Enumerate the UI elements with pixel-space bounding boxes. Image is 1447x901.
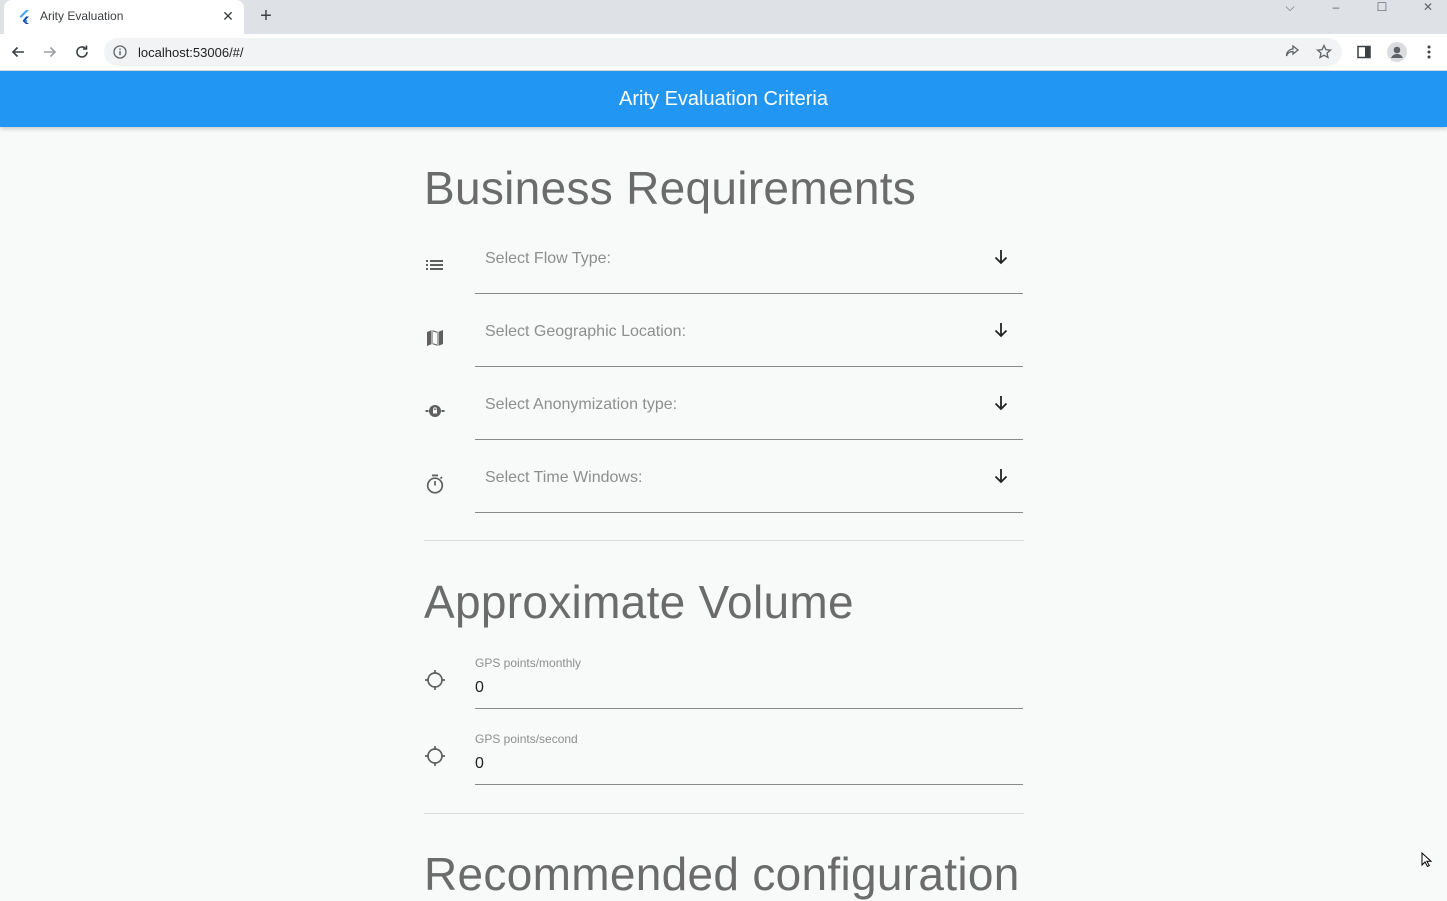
back-button[interactable] (7, 41, 29, 63)
gps-second-input[interactable] (475, 753, 1015, 775)
menu-dots-icon[interactable] (1418, 41, 1440, 63)
reload-button[interactable] (71, 41, 93, 63)
list-icon (426, 260, 443, 270)
tab-close-icon[interactable]: ✕ (220, 8, 236, 24)
arrow-right-icon (44, 46, 57, 58)
arrow-down-icon (994, 323, 1008, 338)
reload-icon (76, 45, 88, 58)
gps-icon (425, 746, 445, 766)
browser-tabstrip: Arity Evaluation ✕ + ⌵ – ☐ ✕ (0, 0, 1447, 34)
flow-type-label: Select Flow Type: (485, 250, 611, 267)
star-icon[interactable] (1316, 44, 1332, 60)
map-icon (427, 330, 443, 346)
flow-type-dropdown[interactable]: Select Flow Type: (475, 235, 1023, 294)
browser-toolbar: localhost:53006/#/ (0, 34, 1447, 71)
maximize-button[interactable]: ☐ (1359, 0, 1405, 14)
anonymization-row: Select Anonymization type: (424, 381, 1024, 441)
geographic-location-row: Select Geographic Location: (424, 308, 1024, 368)
time-windows-label: Select Time Windows: (485, 469, 643, 486)
gps-second-label: GPS points/second (475, 732, 578, 746)
arrow-down-icon (994, 469, 1008, 484)
browser-tab[interactable]: Arity Evaluation ✕ (4, 0, 244, 34)
gps-icon (425, 670, 445, 690)
flutter-logo-icon (19, 10, 29, 24)
new-tab-button[interactable]: + (256, 6, 276, 26)
arrow-down-icon (994, 250, 1008, 265)
anonymization-label: Select Anonymization type: (485, 396, 678, 413)
gps-monthly-row: GPS points/monthly (424, 656, 1024, 716)
approximate-volume-title: Approximate Volume (424, 576, 854, 628)
geographic-location-dropdown[interactable]: Select Geographic Location: (475, 308, 1023, 367)
gps-second-row: GPS points/second (424, 732, 1024, 792)
arrow-down-icon (994, 396, 1008, 411)
side-panel-icon[interactable] (1353, 41, 1375, 63)
section-divider (424, 540, 1024, 541)
share-icon[interactable] (1284, 44, 1300, 60)
arrow-left-icon (11, 46, 24, 58)
time-windows-row: Select Time Windows: (424, 454, 1024, 514)
gps-monthly-field: GPS points/monthly (475, 656, 1023, 709)
anonymization-icon (425, 405, 445, 417)
flow-type-row: Select Flow Type: (424, 235, 1024, 295)
gps-monthly-label: GPS points/monthly (475, 656, 582, 670)
gps-second-field: GPS points/second (475, 732, 1023, 785)
section-divider (424, 813, 1024, 814)
time-windows-dropdown[interactable]: Select Time Windows: (475, 454, 1023, 513)
address-bar[interactable]: localhost:53006/#/ (104, 38, 1342, 66)
tab-search-icon[interactable]: ⌵ (1267, 0, 1313, 14)
close-window-button[interactable]: ✕ (1405, 0, 1447, 14)
timer-icon (426, 474, 444, 494)
recommended-configuration-title: Recommended configuration (424, 848, 1020, 900)
gps-monthly-input[interactable] (475, 677, 1015, 699)
app-title: Arity Evaluation Criteria (619, 87, 828, 110)
business-requirements-title: Business Requirements (424, 162, 917, 214)
profile-avatar-icon[interactable] (1386, 41, 1408, 63)
app-bar: Arity Evaluation Criteria (0, 71, 1447, 127)
minimize-button[interactable]: – (1313, 0, 1359, 14)
forward-button[interactable] (39, 41, 61, 63)
mouse-cursor-icon (1421, 852, 1433, 867)
url-text: localhost:53006/#/ (138, 45, 244, 60)
info-icon[interactable] (113, 45, 127, 59)
tab-title: Arity Evaluation (40, 9, 124, 23)
anonymization-dropdown[interactable]: Select Anonymization type: (475, 381, 1023, 440)
geographic-location-label: Select Geographic Location: (485, 323, 687, 340)
